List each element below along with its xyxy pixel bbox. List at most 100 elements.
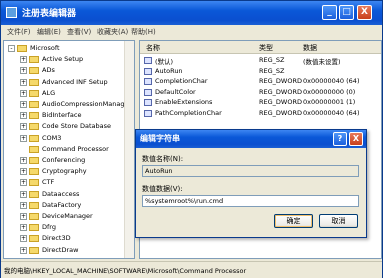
column-header-data[interactable]: 数据 xyxy=(303,43,317,53)
folder-icon xyxy=(29,179,39,187)
value-data-label: 数值数据(V): xyxy=(142,185,183,193)
expand-icon[interactable]: + xyxy=(20,168,27,176)
folder-icon xyxy=(29,123,39,131)
expand-icon[interactable]: + xyxy=(20,123,27,131)
menu-file[interactable]: 文件(F) xyxy=(7,27,31,37)
folder-icon xyxy=(29,89,39,97)
tree-item-label: Conferencing xyxy=(42,156,86,164)
value-row[interactable]: AutoRun REG_SZ xyxy=(140,67,381,76)
value-row[interactable]: (默认) REG_SZ (数值未设置) xyxy=(140,56,381,66)
expand-icon[interactable]: + xyxy=(20,101,27,108)
value-data: 0x00000040 (64) xyxy=(303,77,360,85)
tree-item[interactable]: + Direct3D xyxy=(4,234,126,244)
expand-icon[interactable]: + xyxy=(20,56,27,64)
tree-item-label: Cryptography xyxy=(42,167,87,176)
tree-item-label: Code Store Database xyxy=(42,122,111,131)
tree-item[interactable]: + BidInterface xyxy=(4,111,126,121)
tree-item-label: DeviceManager xyxy=(42,212,93,220)
expand-icon[interactable]: + xyxy=(20,190,27,198)
title-bar[interactable]: 注册表编辑器 _ □ X xyxy=(1,1,382,25)
tree-item[interactable]: + Conferencing xyxy=(4,156,126,166)
tree-item-label: Advanced INF Setup xyxy=(42,77,108,86)
expand-icon[interactable]: + xyxy=(20,78,27,86)
maximize-button[interactable]: □ xyxy=(339,5,354,20)
dialog-title-bar[interactable]: 编辑字符串 ? X xyxy=(136,130,366,148)
menu-help[interactable]: 帮助(H) xyxy=(131,27,156,37)
expand-icon[interactable]: + xyxy=(20,224,27,232)
folder-icon xyxy=(29,78,39,86)
value-row[interactable]: CompletionChar REG_DWORD 0x00000040 (64) xyxy=(140,77,381,86)
tree-item[interactable]: + Active Setup xyxy=(4,55,126,65)
menu-edit[interactable]: 编辑(E) xyxy=(37,27,61,37)
tree-item[interactable]: + Advanced INF Setup xyxy=(4,78,126,88)
folder-icon xyxy=(29,112,39,120)
value-data: (数值未设置) xyxy=(303,58,341,66)
folder-icon xyxy=(29,168,39,176)
folder-icon xyxy=(29,235,39,243)
ok-button[interactable]: 确定 xyxy=(274,214,313,228)
column-header-type[interactable]: 类型 xyxy=(259,43,273,53)
expand-icon[interactable]: + xyxy=(20,157,27,164)
menu-favorites[interactable]: 收藏夹(A) xyxy=(97,27,128,37)
menu-view[interactable]: 查看(V) xyxy=(67,27,91,37)
value-name: AutoRun xyxy=(155,66,183,75)
expand-icon[interactable]: + xyxy=(20,112,27,120)
menu-bar: 文件(F) 编辑(E) 查看(V) 收藏夹(A) 帮助(H) xyxy=(1,25,382,38)
string-value-icon xyxy=(144,57,152,64)
value-type: REG_DWORD xyxy=(259,108,302,117)
registry-key-tree[interactable]: - Microsoft + Active Setup + ADs + Advanced INF… xyxy=(3,40,135,259)
value-data: 0x00000001 (1) xyxy=(303,98,356,106)
tree-item[interactable]: + DataFactory xyxy=(4,201,126,211)
expand-icon[interactable]: + xyxy=(20,134,27,142)
expand-icon[interactable]: + xyxy=(20,235,27,243)
tree-item[interactable]: Command Processor xyxy=(4,145,126,155)
value-row[interactable]: EnableExtensions REG_DWORD 0x00000001 (1) xyxy=(140,98,381,107)
collapse-icon[interactable]: - xyxy=(8,45,15,52)
tree-item[interactable]: - Microsoft xyxy=(4,44,126,54)
folder-icon xyxy=(29,201,39,209)
tree-item-label: ALG xyxy=(42,88,56,97)
value-data-field[interactable]: %systemroot%\run.cmd xyxy=(142,195,359,207)
tree-item[interactable]: + Code Store Database xyxy=(4,122,126,132)
tree-item-label: COM3 xyxy=(42,133,62,142)
tree-item[interactable]: + ADs xyxy=(4,66,126,76)
expand-icon[interactable]: + xyxy=(20,89,27,97)
folder-icon xyxy=(29,157,39,164)
value-name-field[interactable]: AutoRun xyxy=(142,165,359,177)
value-type: REG_SZ xyxy=(259,56,285,64)
regedit-app-icon xyxy=(6,7,17,18)
close-button[interactable]: X xyxy=(357,5,372,20)
tree-item-label: ADs xyxy=(42,66,55,75)
dialog-close-button[interactable]: X xyxy=(349,132,363,146)
dword-value-icon xyxy=(144,109,152,117)
column-header-name[interactable]: 名称 xyxy=(146,43,160,53)
value-type: REG_DWORD xyxy=(259,87,302,96)
tree-item[interactable]: + CTF xyxy=(4,178,126,188)
expand-icon[interactable]: + xyxy=(20,246,27,254)
tree-item[interactable]: + ALG xyxy=(4,89,126,99)
folder-icon xyxy=(29,134,39,142)
dialog-help-button[interactable]: ? xyxy=(333,132,347,146)
tree-item-label: Dataaccess xyxy=(42,189,80,198)
value-name: CompletionChar xyxy=(155,77,208,85)
value-name: EnableExtensions xyxy=(155,98,213,106)
list-header: 名称 类型 数据 xyxy=(140,41,381,54)
value-row[interactable]: DefaultColor REG_DWORD 0x00000000 (0) xyxy=(140,88,381,97)
expand-icon[interactable]: + xyxy=(20,213,27,220)
registry-editor-window: 注册表编辑器 _ □ X 文件(F) 编辑(E) 查看(V) 收藏夹(A) 帮助… xyxy=(0,0,383,278)
expand-icon[interactable]: + xyxy=(20,179,27,187)
tree-item[interactable]: + DeviceManager xyxy=(4,212,126,222)
edit-string-dialog: 编辑字符串 ? X 数值名称(N): AutoRun 数值数据(V): %sys… xyxy=(135,129,367,238)
cancel-button[interactable]: 取消 xyxy=(319,214,358,228)
tree-item[interactable]: + Dataaccess xyxy=(4,190,126,200)
dialog-title: 编辑字符串 xyxy=(140,134,180,143)
tree-item[interactable]: + Cryptography xyxy=(4,167,126,177)
expand-icon[interactable]: + xyxy=(20,201,27,209)
tree-item[interactable]: + COM3 xyxy=(4,134,126,144)
expand-icon[interactable]: + xyxy=(20,67,27,75)
tree-item[interactable]: + DirectDraw xyxy=(4,246,126,256)
tree-item[interactable]: + AudioCompressionManag xyxy=(4,100,126,110)
tree-item[interactable]: + Dfrg xyxy=(4,223,126,233)
minimize-button[interactable]: _ xyxy=(322,5,337,20)
value-row[interactable]: PathCompletionChar REG_DWORD 0x00000040 (6… xyxy=(140,109,381,118)
